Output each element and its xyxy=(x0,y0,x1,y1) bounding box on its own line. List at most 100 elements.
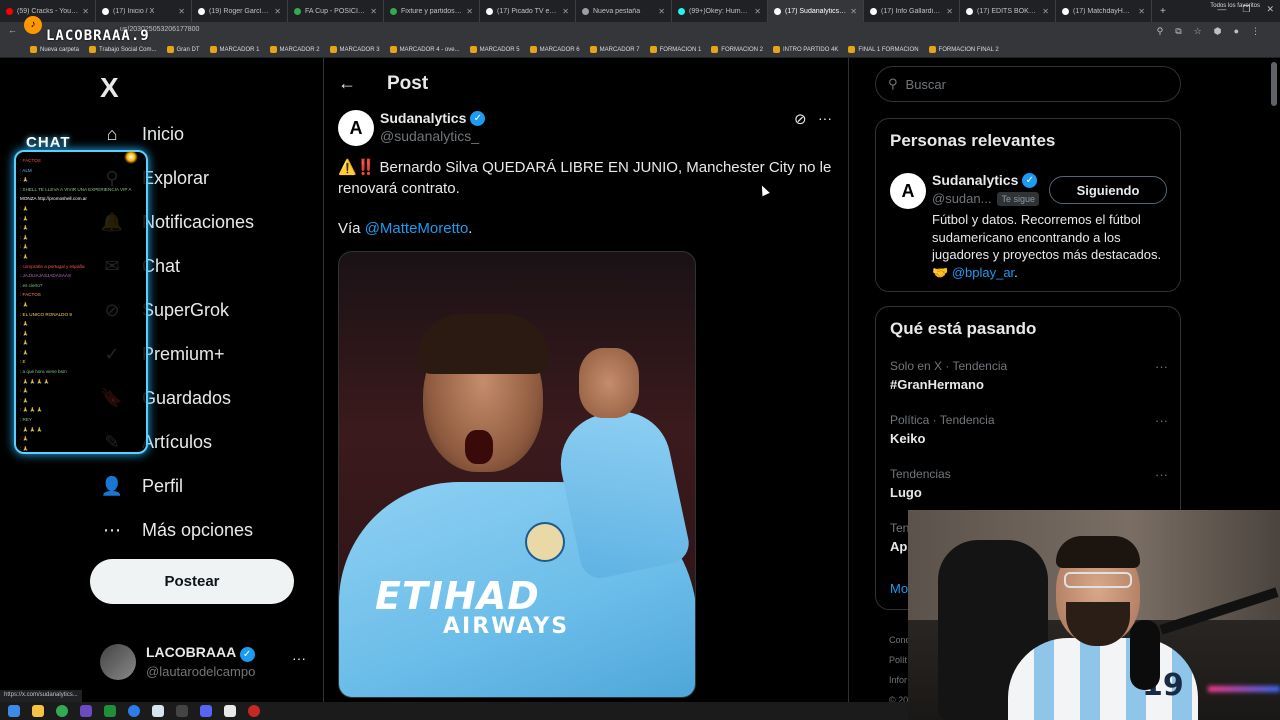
chrome-icon[interactable] xyxy=(56,705,68,717)
close-tab-icon[interactable]: ✕ xyxy=(1042,7,1049,16)
chat-message: : 🙏 xyxy=(20,330,29,336)
mention-link[interactable]: @MatteMoretto xyxy=(365,220,469,237)
bookmark-item[interactable]: MARCADOR 4 - ove... xyxy=(389,46,460,53)
app-icon[interactable] xyxy=(80,705,92,717)
chat-message: : 🙏 xyxy=(20,445,29,451)
back-arrow-icon[interactable]: ← xyxy=(338,73,356,94)
close-tab-icon[interactable]: ✕ xyxy=(754,7,761,16)
browser-tab[interactable]: (17) MatchdayHQ en ✕ xyxy=(1056,0,1152,22)
page-scrollbar[interactable] xyxy=(1271,62,1277,106)
bookmark-item[interactable]: FORMACION 2 xyxy=(711,46,763,53)
sidebar-item-m-s-opciones[interactable]: ⋯ Más opciones xyxy=(100,518,253,542)
all-bookmarks[interactable]: Todos los favoritos xyxy=(1210,3,1260,9)
post-image[interactable]: ETIHAD AIRWAYS xyxy=(338,251,696,698)
post-more-icon[interactable]: ··· xyxy=(818,110,832,126)
tab-favicon-icon xyxy=(6,7,13,15)
bookmark-item[interactable]: MARCADOR 1 xyxy=(209,46,260,53)
trend-more-icon[interactable]: ··· xyxy=(1155,413,1168,428)
x-logo-icon[interactable]: X xyxy=(100,72,119,104)
back-icon[interactable]: ← xyxy=(8,25,17,35)
menu-icon[interactable]: ⋮ xyxy=(1251,26,1260,37)
bookmark-item[interactable]: MARCADOR 2 xyxy=(269,46,320,53)
bookmark-item[interactable]: FINAL 1 FORMACION xyxy=(848,46,919,53)
folder-icon[interactable] xyxy=(32,705,44,717)
glow-decoration-icon xyxy=(124,150,138,164)
grok-icon[interactable]: ⊘ xyxy=(794,110,807,128)
trend-more-icon[interactable]: ··· xyxy=(1155,467,1168,482)
bookmark-item[interactable]: INTRO PARTIDO 4K xyxy=(772,46,838,53)
tab-favicon-icon xyxy=(774,7,781,15)
bookmark-item[interactable]: MARCADOR 3 xyxy=(329,46,380,53)
browser-tab[interactable]: (17) Inicio / X ✕ xyxy=(96,0,192,22)
bookmark-item[interactable]: FORMACION FINAL 2 xyxy=(928,46,999,53)
trend-item[interactable]: Política · Tendencia Keiko ··· xyxy=(890,413,1168,446)
search-icon: ⚲ xyxy=(888,76,898,91)
close-tab-icon[interactable]: ✕ xyxy=(178,7,185,16)
show-more-link[interactable]: Mo xyxy=(890,581,908,596)
sidebar-item-perfil[interactable]: 👤 Perfil xyxy=(100,474,183,498)
avatar[interactable]: A xyxy=(890,173,926,209)
close-tab-icon[interactable]: ✕ xyxy=(1138,7,1145,16)
author-avatar[interactable]: A xyxy=(338,110,374,146)
browser-tab[interactable]: (17) Sudanalytics en X ✕ xyxy=(768,0,864,22)
author-handle[interactable]: @sudanalytics_ xyxy=(380,128,479,144)
bookmark-icon xyxy=(89,46,97,53)
browser-tab[interactable]: Fixture y partidos de l ✕ xyxy=(384,0,480,22)
browser-tab[interactable]: (59) Cracks - YouTube✕ xyxy=(0,0,96,22)
star-icon[interactable]: ☆ xyxy=(1194,26,1202,37)
chat-message: : ALM xyxy=(20,167,32,173)
app-icon[interactable] xyxy=(104,705,116,717)
post-button[interactable]: Postear xyxy=(90,559,294,604)
app-icon[interactable] xyxy=(128,705,140,717)
browser-tab[interactable]: (17) Info Gallardista en✕ xyxy=(864,0,960,22)
bookmark-item[interactable]: FORMACION 1 xyxy=(649,46,701,53)
trend-item[interactable]: Tendencias Lugo ··· xyxy=(890,467,1168,500)
taskbar xyxy=(0,702,908,720)
trend-item[interactable]: Solo en X · Tendencia #GranHermano ··· xyxy=(890,359,1168,392)
following-button[interactable]: Siguiendo xyxy=(1049,176,1167,204)
browser-tab[interactable]: (99+)Okey: Humor y C ✕ xyxy=(672,0,768,22)
close-tab-icon[interactable]: ✕ xyxy=(466,7,473,16)
sidebar-item-inicio[interactable]: ⌂ Inicio xyxy=(100,122,184,146)
close-tab-icon[interactable]: ✕ xyxy=(658,7,665,16)
bookmark-item[interactable]: Nueva carpeta xyxy=(30,46,79,53)
zoom-icon[interactable]: ⚲ xyxy=(1157,26,1164,37)
chat-message: : JAJSJAJASJADASAAS xyxy=(20,273,72,279)
app-icon[interactable] xyxy=(248,705,260,717)
relevant-name[interactable]: Sudanalytics ✓ xyxy=(932,172,1038,188)
browser-tab[interactable]: (17) Picado TV en X: ‼ ✕ xyxy=(480,0,576,22)
mention-link[interactable]: @bplay_ar xyxy=(952,265,1014,280)
author-name[interactable]: Sudanalytics ✓ xyxy=(380,110,486,126)
bookmark-item[interactable]: Gran DT xyxy=(166,46,200,53)
browser-tab[interactable]: Nueva pestaña ✕ xyxy=(576,0,672,22)
bookmark-item[interactable]: Trabajo Social Com... xyxy=(89,46,157,53)
search-box[interactable]: ⚲ xyxy=(875,66,1181,102)
browser-tab[interactable]: (19) Roger García en X ✕ xyxy=(192,0,288,22)
close-tab-icon[interactable]: ✕ xyxy=(370,7,377,16)
browser-tab[interactable]: FA Cup - POSICIONES ✕ xyxy=(288,0,384,22)
bookmark-item[interactable]: MARCADOR 5 xyxy=(469,46,520,53)
close-tab-icon[interactable]: ✕ xyxy=(850,7,857,16)
close-tab-icon[interactable]: ✕ xyxy=(82,7,89,16)
trend-more-icon[interactable]: ··· xyxy=(1155,359,1168,374)
translate-icon[interactable]: ⧉ xyxy=(1175,26,1181,37)
profile-icon[interactable]: ● xyxy=(1234,26,1239,37)
account-switcher[interactable]: LACOBRAAA ✓ @lautarodelcampo ··· xyxy=(100,642,310,686)
app-icon[interactable] xyxy=(152,705,164,717)
start-icon[interactable] xyxy=(8,705,20,717)
close-icon[interactable]: ✕ xyxy=(1266,4,1274,15)
extension-icon[interactable]: ⬢ xyxy=(1214,26,1222,37)
search-input[interactable] xyxy=(905,76,1146,92)
discord-icon[interactable] xyxy=(200,705,212,717)
browser-tab[interactable]: (17) EDITS BOKE en X ✕ xyxy=(960,0,1056,22)
close-tab-icon[interactable]: ✕ xyxy=(274,7,281,16)
obs-icon[interactable] xyxy=(176,705,188,717)
bookmark-item[interactable]: MARCADOR 6 xyxy=(529,46,580,53)
close-tab-icon[interactable]: ✕ xyxy=(562,7,569,16)
app-icon[interactable] xyxy=(224,705,236,717)
close-tab-icon[interactable]: ✕ xyxy=(946,7,953,16)
bookmark-item[interactable]: MARCADOR 7 xyxy=(589,46,640,53)
more-icon[interactable]: ··· xyxy=(292,650,306,666)
sidebar-item-label: Explorar xyxy=(142,167,210,188)
new-tab-icon[interactable]: + xyxy=(1152,6,1174,17)
